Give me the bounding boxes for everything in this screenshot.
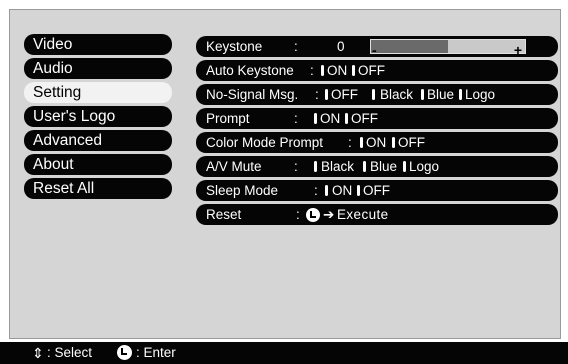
no-signal-off[interactable]: OFF — [331, 84, 358, 105]
auto-keystone-label: Auto Keystone — [206, 63, 294, 78]
menu-item-video[interactable]: Video — [24, 34, 172, 55]
sleep-mode-label: Sleep Mode — [206, 183, 279, 198]
option-marker-icon — [345, 113, 348, 124]
av-mute-colon: : — [294, 159, 298, 174]
sleep-mode-row[interactable]: Sleep Mode : ON OFF — [196, 180, 558, 201]
footer-select-label: : Select — [47, 345, 93, 360]
auto-keystone-on[interactable]: ON — [327, 60, 347, 81]
keystone-value: 0 — [337, 39, 345, 54]
keystone-plus: + — [513, 42, 522, 58]
auto-keystone-row[interactable]: Auto Keystone : ON OFF — [196, 60, 558, 81]
settings-panel: Keystone : 0 - + Auto Keystone : ON OFF … — [196, 36, 558, 228]
sleep-mode-off[interactable]: OFF — [363, 180, 390, 201]
prompt-label: Prompt — [206, 111, 250, 126]
color-mode-prompt-colon: : — [348, 135, 352, 150]
keystone-slider[interactable]: - + — [370, 39, 526, 58]
av-mute-blue[interactable]: Blue — [370, 156, 397, 177]
option-marker-icon — [363, 161, 366, 172]
sleep-mode-colon: : — [314, 183, 318, 198]
prompt-off[interactable]: OFF — [351, 108, 378, 129]
enter-icon — [306, 204, 320, 225]
prompt-on[interactable]: ON — [320, 108, 340, 129]
keystone-row[interactable]: Keystone : 0 - + — [196, 36, 558, 58]
auto-keystone-off[interactable]: OFF — [358, 60, 385, 81]
no-signal-label: No-Signal Msg. — [206, 87, 299, 102]
color-mode-prompt-row[interactable]: Color Mode Prompt : ON OFF — [196, 132, 558, 153]
option-marker-icon — [372, 89, 375, 100]
menu-item-about[interactable]: About — [24, 154, 172, 175]
no-signal-logo[interactable]: Logo — [465, 84, 495, 105]
av-mute-logo[interactable]: Logo — [409, 156, 439, 177]
menu-item-users-logo[interactable]: User's Logo — [24, 106, 172, 127]
menu-item-advanced[interactable]: Advanced — [24, 130, 172, 151]
option-marker-icon — [403, 161, 406, 172]
footer-enter-label: : Enter — [136, 345, 176, 360]
no-signal-black[interactable]: Black — [380, 84, 413, 105]
color-mode-prompt-on[interactable]: ON — [366, 132, 386, 153]
no-signal-colon: : — [315, 87, 319, 102]
option-marker-icon — [314, 161, 317, 172]
no-signal-row[interactable]: No-Signal Msg. : OFF Black Blue Logo — [196, 84, 558, 105]
option-marker-icon — [352, 65, 355, 76]
option-marker-icon — [314, 113, 317, 124]
reset-colon: : — [296, 207, 300, 222]
reset-execute[interactable]: Execute — [337, 204, 389, 225]
av-mute-row[interactable]: A/V Mute : Black Blue Logo — [196, 156, 558, 177]
keystone-minus: - — [372, 42, 377, 58]
sleep-mode-on[interactable]: ON — [332, 180, 352, 201]
arrow-right-icon: ➔ — [323, 207, 335, 222]
option-marker-icon — [360, 137, 363, 148]
av-mute-label: A/V Mute — [206, 159, 262, 174]
option-marker-icon — [357, 185, 360, 196]
reset-row[interactable]: Reset : ➔ Execute — [196, 204, 558, 225]
option-marker-icon — [459, 89, 462, 100]
menu-item-setting[interactable]: Setting — [24, 82, 172, 103]
option-marker-icon — [321, 65, 324, 76]
prompt-colon: : — [294, 111, 298, 126]
reset-label: Reset — [206, 207, 242, 222]
av-mute-black[interactable]: Black — [321, 156, 354, 177]
prompt-row[interactable]: Prompt : ON OFF — [196, 108, 558, 129]
option-marker-icon — [392, 137, 395, 148]
auto-keystone-colon: : — [310, 63, 314, 78]
no-signal-blue[interactable]: Blue — [427, 84, 454, 105]
option-marker-icon — [325, 185, 328, 196]
color-mode-prompt-label: Color Mode Prompt — [206, 135, 324, 150]
option-marker-icon — [421, 89, 424, 100]
option-marker-icon — [325, 89, 328, 100]
up-down-arrow-icon: ⇕ — [32, 345, 44, 361]
main-menu: Video Audio Setting User's Logo Advanced… — [24, 34, 172, 202]
keystone-label: Keystone — [206, 39, 263, 54]
color-mode-prompt-off[interactable]: OFF — [398, 132, 425, 153]
menu-item-reset-all[interactable]: Reset All — [24, 178, 172, 199]
menu-item-audio[interactable]: Audio — [24, 58, 172, 79]
keystone-slider-fill — [371, 40, 448, 53]
footer-hint-bar: ⇕ : Select : Enter — [0, 342, 568, 364]
enter-icon — [117, 345, 132, 360]
keystone-colon: : — [294, 39, 298, 54]
